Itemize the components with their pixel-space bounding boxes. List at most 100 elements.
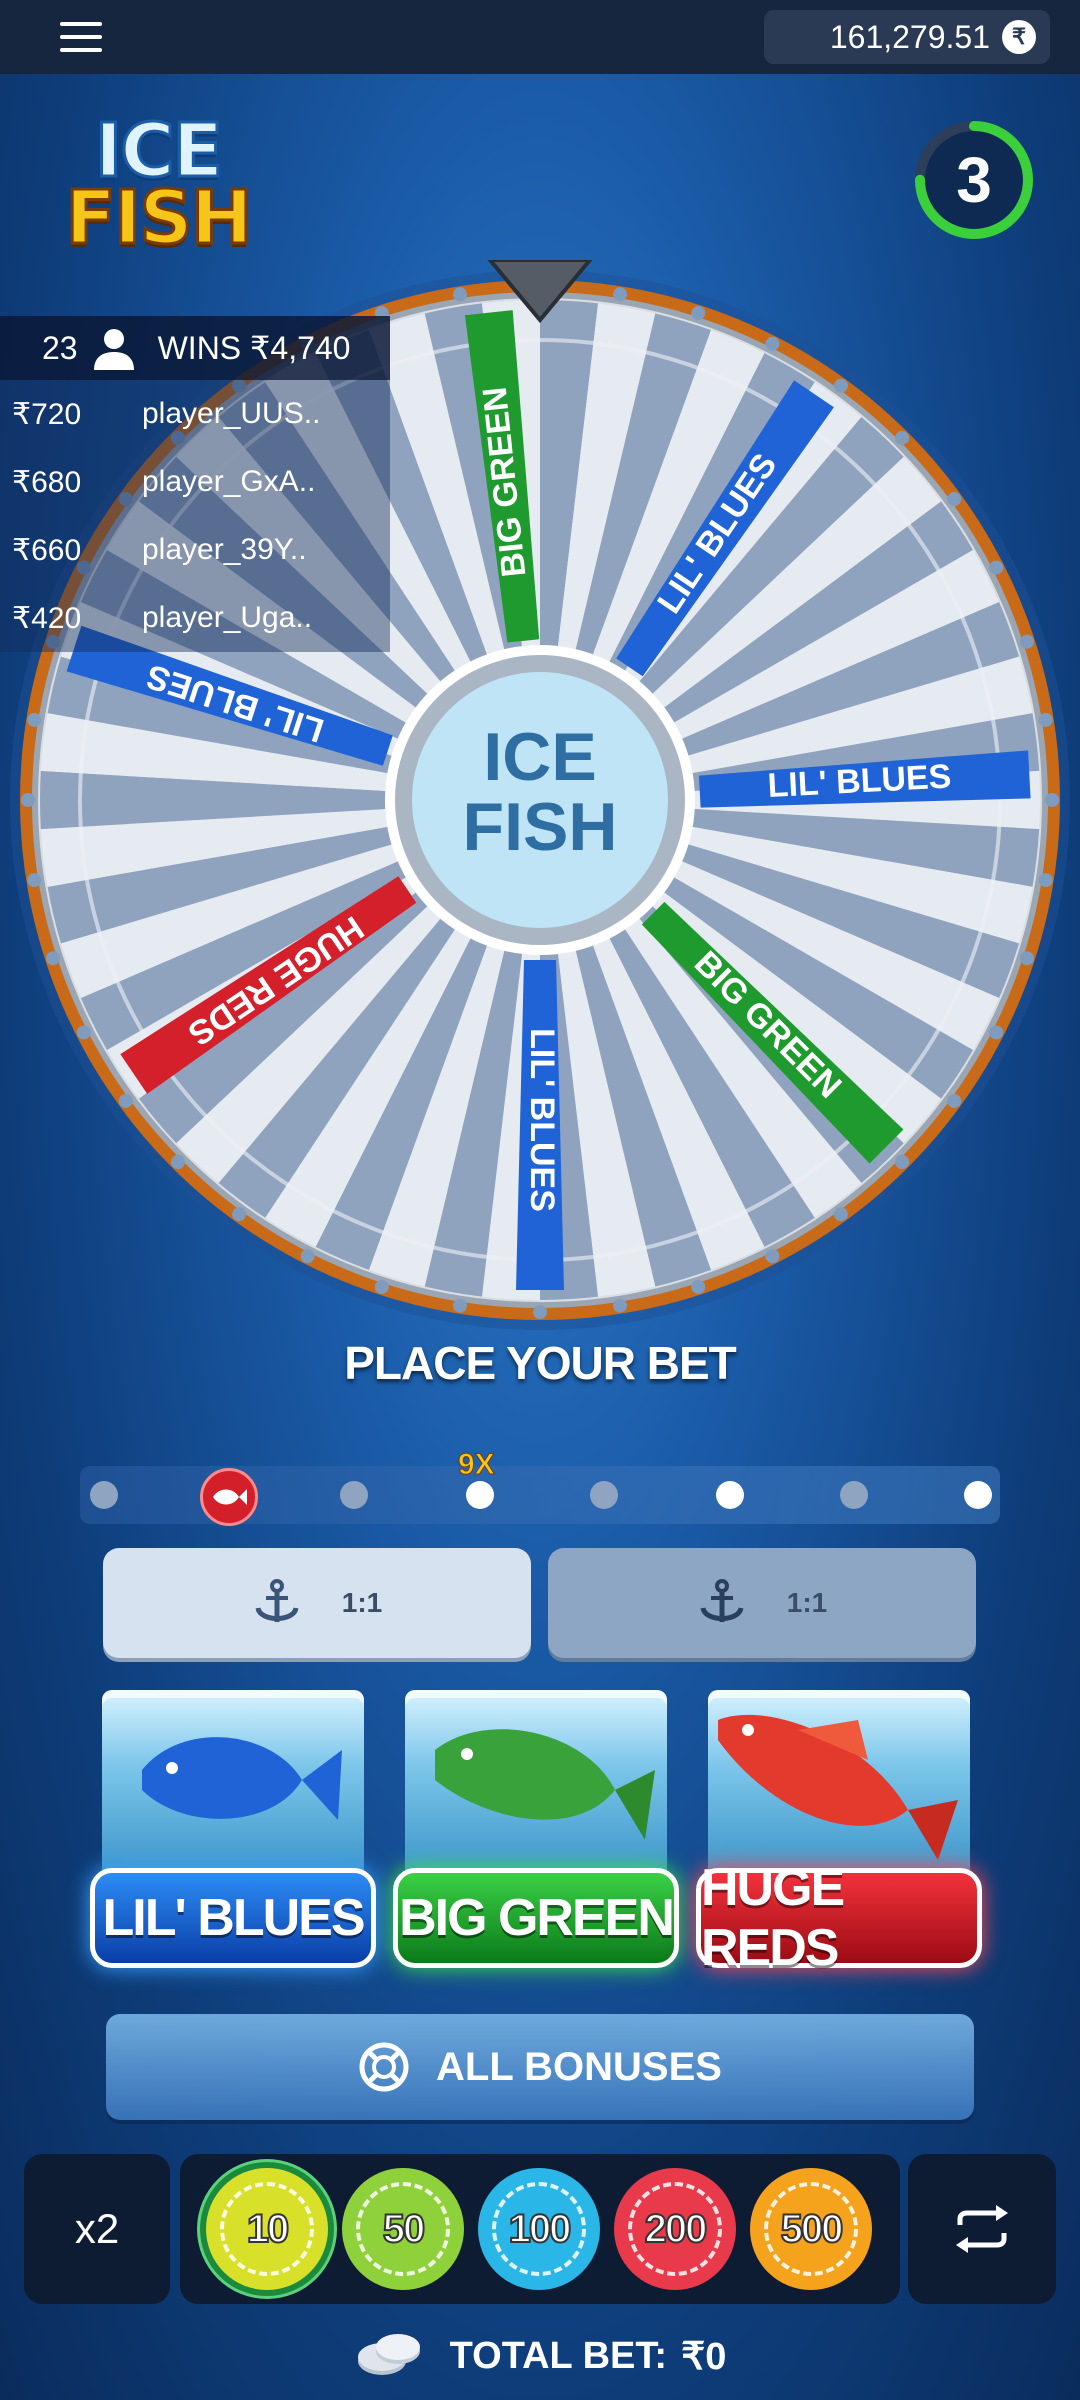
history-multiplier: 9X xyxy=(458,1448,496,1482)
rim-stud xyxy=(833,378,848,393)
repeat-bet-button[interactable] xyxy=(908,2154,1056,2304)
rim-stud xyxy=(118,1093,133,1108)
chip-value: 10 xyxy=(246,2206,290,2252)
anchor-bet-right-button[interactable]: 1:1 xyxy=(548,1548,976,1658)
double-bet-label: x2 xyxy=(74,2205,120,2252)
history-dot xyxy=(466,1481,494,1509)
countdown-timer: 3 xyxy=(912,118,1036,242)
rim-stud xyxy=(46,951,61,966)
rim-stud xyxy=(691,1279,706,1294)
chip-10[interactable]: 10 xyxy=(206,2168,328,2290)
total-bet-value: ₹0 xyxy=(681,2335,727,2378)
chip-selector: 10 50 100 200 500 xyxy=(180,2154,900,2304)
lifebuoy-icon xyxy=(359,2042,409,2092)
history-dot xyxy=(716,1481,744,1509)
player-row: ₹420 player_Uga.. xyxy=(0,584,390,652)
repeat-icon xyxy=(956,2205,1008,2253)
rim-stud xyxy=(833,1207,848,1222)
player-name: player_Uga.. xyxy=(142,601,313,634)
timer-value: 3 xyxy=(956,144,992,216)
status-message: PLACE YOUR BET xyxy=(344,1337,737,1389)
anchor-icon xyxy=(700,1579,744,1622)
big-green-bet-button[interactable]: BIG GREEN xyxy=(393,1690,679,1980)
red-fish-icon xyxy=(718,1714,958,1860)
rim-stud xyxy=(452,287,467,302)
menu-icon[interactable] xyxy=(60,22,102,52)
anchor-icon xyxy=(255,1579,299,1622)
anchor-bet-odds: 1:1 xyxy=(341,1587,383,1618)
rim-stud xyxy=(613,1298,628,1313)
blue-fish-icon xyxy=(142,1737,342,1820)
rim-stud xyxy=(232,1207,247,1222)
huge-reds-bet-button[interactable]: HUGE REDS xyxy=(696,1690,982,1980)
rim-stud xyxy=(1038,873,1053,888)
chip-500[interactable]: 500 xyxy=(750,2168,872,2290)
rim-stud xyxy=(300,1249,315,1264)
total-wins: WINS ₹4,740 xyxy=(157,330,351,366)
rim-stud xyxy=(989,560,1004,575)
top-bar: 161,279.51 ₹ xyxy=(0,0,1080,74)
rim-stud xyxy=(895,1155,910,1170)
rupee-icon: ₹ xyxy=(1002,20,1036,54)
players-header: 23 WINS ₹4,740 xyxy=(0,316,390,380)
chip-200[interactable]: 200 xyxy=(614,2168,736,2290)
rim-stud xyxy=(170,1155,185,1170)
logo-line-2: FISH xyxy=(64,174,254,261)
chip-value: 100 xyxy=(508,2206,573,2252)
rim-stud xyxy=(691,306,706,321)
rim-stud xyxy=(1045,793,1059,807)
player-name: player_GxA.. xyxy=(142,465,316,498)
rim-stud xyxy=(21,793,35,807)
player-row: ₹720 player_UUS.. xyxy=(0,380,390,448)
coins-icon xyxy=(357,2334,420,2375)
rim-stud xyxy=(76,1025,91,1040)
rim-stud xyxy=(613,287,628,302)
history-dot xyxy=(840,1481,868,1509)
chip-100[interactable]: 100 xyxy=(478,2168,600,2290)
chip-value: 200 xyxy=(644,2206,709,2252)
ice-block xyxy=(405,1690,667,1880)
user-icon xyxy=(93,329,134,370)
rim-stud xyxy=(989,1025,1004,1040)
player-row: ₹680 player_GxA.. xyxy=(0,448,390,516)
rim-stud xyxy=(374,1279,389,1294)
chip-value: 500 xyxy=(780,2206,845,2252)
wheel-fish-segment: LIL' BLUES xyxy=(516,960,564,1290)
chip-50[interactable]: 50 xyxy=(342,2168,464,2290)
anchor-bet-odds: 1:1 xyxy=(786,1587,828,1618)
double-bet-button[interactable]: x2 xyxy=(24,2154,170,2304)
player-row: ₹660 player_39Y.. xyxy=(0,516,390,584)
rim-stud xyxy=(533,1305,547,1319)
green-fish-icon xyxy=(435,1729,655,1840)
rim-stud xyxy=(947,1093,962,1108)
big-green-label: BIG GREEN xyxy=(393,1868,679,1968)
player-amount: ₹680 xyxy=(12,465,82,499)
rim-stud xyxy=(1019,634,1034,649)
chip-value: 50 xyxy=(382,2206,426,2252)
rim-stud xyxy=(27,873,42,888)
player-name: player_UUS.. xyxy=(142,397,321,430)
all-bonuses-button[interactable]: ALL BONUSES xyxy=(106,2014,974,2120)
rim-stud xyxy=(765,1249,780,1264)
huge-reds-label: HUGE REDS xyxy=(696,1859,982,1977)
ice-block xyxy=(708,1690,970,1880)
player-amount: ₹720 xyxy=(12,397,82,431)
total-bet-label: TOTAL BET: xyxy=(449,2334,668,2377)
lil-blues-label: LIL' BLUES xyxy=(90,1868,376,1968)
history-dot xyxy=(340,1481,368,1509)
rim-stud xyxy=(452,1298,467,1313)
rim-stud xyxy=(765,336,780,351)
history-dot xyxy=(90,1481,118,1509)
player-count: 23 xyxy=(42,329,78,366)
lil-blues-bet-button[interactable]: LIL' BLUES xyxy=(90,1690,376,1980)
player-name: player_39Y.. xyxy=(142,533,307,566)
rim-stud xyxy=(1038,712,1053,727)
balance-display: 161,279.51 ₹ xyxy=(764,10,1050,64)
wheel-center-line-2: FISH xyxy=(463,789,618,865)
total-bet: TOTAL BET: ₹0 xyxy=(0,2326,1080,2386)
fish-result-icon xyxy=(200,1468,258,1526)
player-amount: ₹660 xyxy=(12,533,82,567)
wheel-center-line-1: ICE xyxy=(483,719,596,795)
all-bonuses-label: ALL BONUSES xyxy=(436,2044,722,2089)
anchor-bet-left-button[interactable]: 1:1 xyxy=(103,1548,531,1658)
